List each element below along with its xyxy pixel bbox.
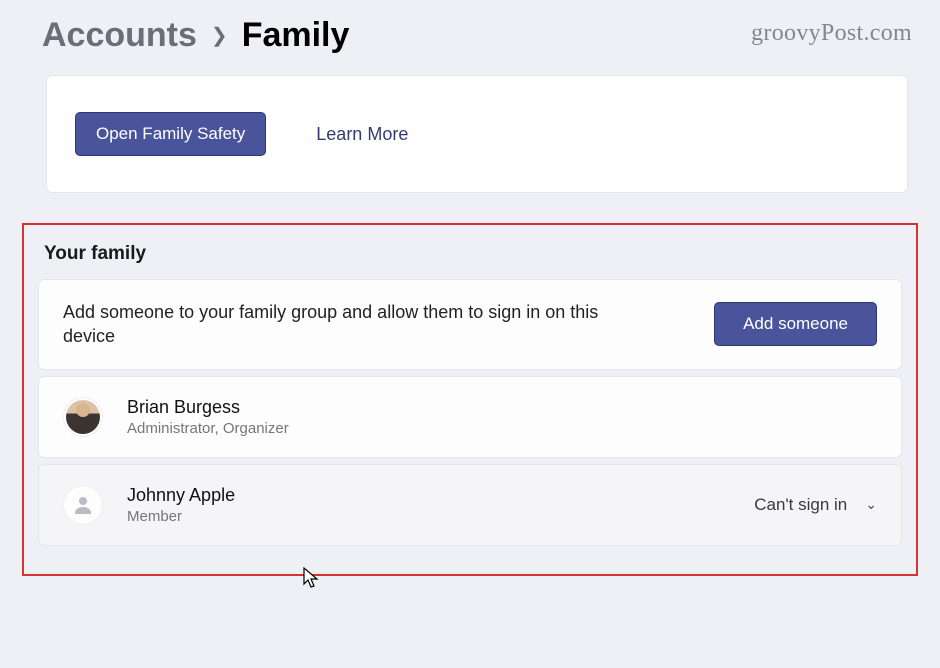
add-someone-button[interactable]: Add someone xyxy=(714,302,877,346)
chevron-right-icon: ❯ xyxy=(211,23,228,48)
avatar xyxy=(63,397,103,437)
avatar xyxy=(63,485,103,525)
your-family-section: Your family Add someone to your family g… xyxy=(22,223,918,576)
breadcrumb-parent[interactable]: Accounts xyxy=(42,16,197,55)
chevron-down-icon: ⌄ xyxy=(865,496,877,513)
generic-user-icon xyxy=(71,493,95,517)
family-member-row[interactable]: Brian Burgess Administrator, Organizer xyxy=(38,376,902,458)
add-member-card: Add someone to your family group and all… xyxy=(38,279,902,370)
section-title: Your family xyxy=(38,233,902,279)
watermark-text: groovyPost.com xyxy=(751,20,912,47)
open-family-safety-button[interactable]: Open Family Safety xyxy=(75,112,266,156)
person-avatar-icon xyxy=(66,400,100,434)
breadcrumb-current: Family xyxy=(242,16,350,55)
learn-more-link[interactable]: Learn More xyxy=(316,124,408,145)
family-member-row[interactable]: Johnny Apple Member Can't sign in ⌄ xyxy=(38,464,902,546)
member-status-label: Can't sign in xyxy=(754,495,847,515)
family-safety-card: Open Family Safety Learn More xyxy=(46,75,908,193)
member-role: Member xyxy=(127,508,235,525)
member-status-dropdown[interactable]: Can't sign in ⌄ xyxy=(754,495,877,515)
add-member-description: Add someone to your family group and all… xyxy=(63,300,633,349)
member-name: Brian Burgess xyxy=(127,397,289,418)
member-name: Johnny Apple xyxy=(127,485,235,506)
member-role: Administrator, Organizer xyxy=(127,420,289,437)
